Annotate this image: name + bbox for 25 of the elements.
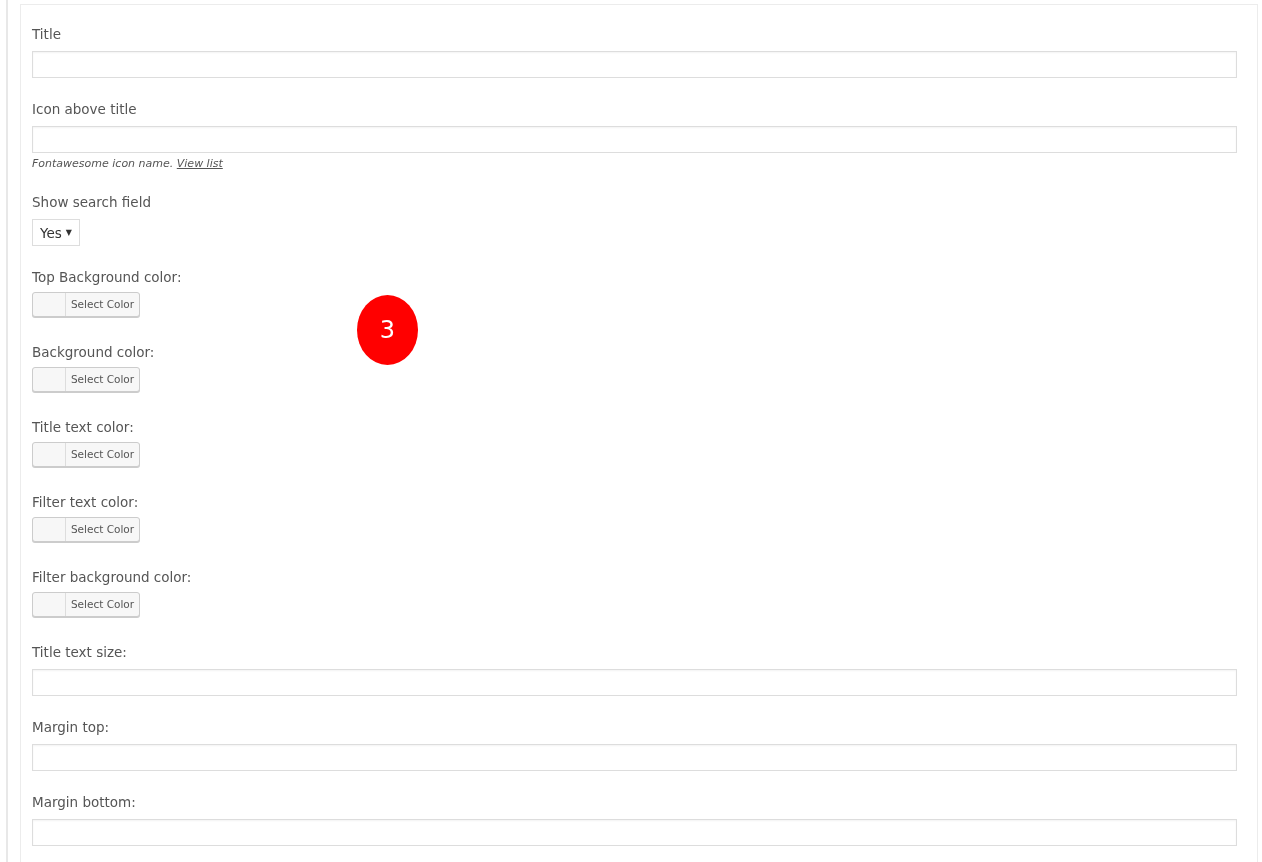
field-label: Title text color: xyxy=(32,418,134,437)
color-picker-button[interactable]: Select Color xyxy=(32,592,140,617)
input-field[interactable] xyxy=(32,819,1237,846)
field-label: Show search field xyxy=(32,193,151,212)
field-label: Margin top: xyxy=(32,718,110,737)
field-label: Filter background color: xyxy=(32,568,192,587)
select-dropdown[interactable]: Yes ▼ xyxy=(32,219,80,246)
view-list-link[interactable]: View list xyxy=(176,157,223,170)
input-field[interactable] xyxy=(32,669,1237,696)
color-picker-button[interactable]: Select Color xyxy=(32,367,140,392)
field-label: Title xyxy=(32,25,61,44)
field-label: Margin bottom: xyxy=(32,793,136,812)
color-picker-button[interactable]: Select Color xyxy=(32,442,140,467)
input-field[interactable] xyxy=(32,744,1237,771)
color-picker-button[interactable]: Select Color xyxy=(32,517,140,542)
color-picker-button[interactable]: Select Color xyxy=(32,292,140,317)
field-label: Icon above title xyxy=(32,100,137,119)
field-label: Filter text color: xyxy=(32,493,139,512)
step-badge: 3 xyxy=(357,295,418,365)
field-label: Title text size: xyxy=(32,643,127,662)
input-field[interactable] xyxy=(32,51,1237,78)
field-label: Top Background color: xyxy=(32,268,182,287)
hint-text: Fontawesome icon name. View list xyxy=(32,156,223,172)
input-field[interactable] xyxy=(32,126,1237,153)
field-label: Background color: xyxy=(32,343,155,362)
